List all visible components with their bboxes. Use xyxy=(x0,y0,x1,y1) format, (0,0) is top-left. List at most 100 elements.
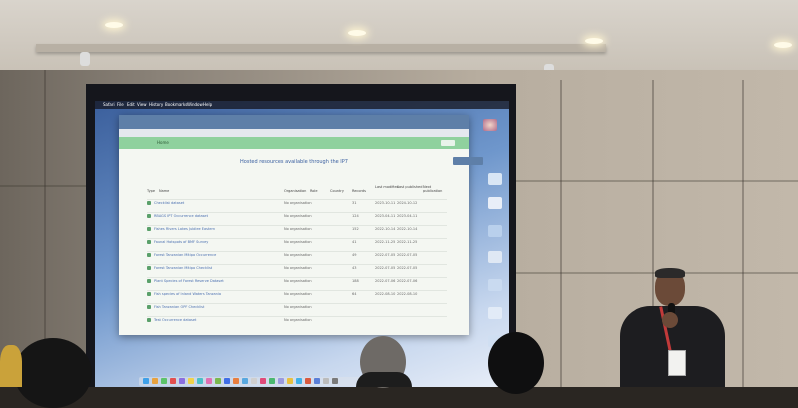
app-icon xyxy=(224,378,230,384)
menu-item: View xyxy=(137,102,147,107)
table-row: Test Occurrence dataset No organisation xyxy=(147,316,447,325)
file-icon xyxy=(488,197,502,209)
app-icon xyxy=(170,378,176,384)
file-icon xyxy=(488,225,502,237)
resource-type-icon xyxy=(147,292,151,296)
app-icon xyxy=(143,378,149,384)
table-cell: 2022-08-10 xyxy=(375,292,396,296)
resource-name-link[interactable]: Forest Tanzanian Mitipo Checklist xyxy=(154,266,212,270)
app-nav-bar: Home xyxy=(119,137,469,149)
app-icon xyxy=(278,378,284,384)
resource-name-link[interactable]: Fishes Rivers Lakes Jubilee Eastern xyxy=(154,227,215,231)
app-icon xyxy=(197,378,203,384)
audience-head xyxy=(488,332,544,394)
table-cell: 2023-04-11 xyxy=(375,214,396,218)
table-cell: 2023-04-11 xyxy=(397,214,418,218)
ceiling-light xyxy=(774,42,792,48)
audience-shoulders xyxy=(356,372,412,387)
table-cell: No organisation xyxy=(284,266,312,270)
resource-name-link[interactable]: Plant Species of Forest Reserve Dataset xyxy=(154,279,224,283)
resource-type-icon xyxy=(147,201,151,205)
table-cell: 2022-10-14 xyxy=(397,227,418,231)
table-cell: 2022-07-05 xyxy=(397,266,418,270)
app-icon xyxy=(242,378,248,384)
table-cell: 2023-10-11 xyxy=(375,201,396,205)
profile-icon xyxy=(483,119,497,131)
ceiling xyxy=(0,0,798,70)
menu-item: File xyxy=(117,102,124,107)
column-header: Country xyxy=(330,189,344,193)
resource-type-icon xyxy=(147,214,151,218)
column-header: Next publication xyxy=(423,185,443,193)
resource-type-icon xyxy=(147,279,151,283)
menu-bar: Safari File Edit View History Bookmarks … xyxy=(95,101,509,109)
ceiling-light xyxy=(585,38,603,44)
column-header: Organisation xyxy=(284,189,307,193)
browser-window: Home Hosted resources available through … xyxy=(119,115,469,335)
table-row: RBAGS IPT Occurrence dataset No organisat… xyxy=(147,212,447,221)
table-cell: 2022-08-10 xyxy=(397,292,418,296)
table-cell: 2024-10-12 xyxy=(397,201,418,205)
resource-type-icon xyxy=(147,318,151,322)
audience-member xyxy=(0,345,22,387)
table-cell: 2022-07-05 xyxy=(375,253,396,257)
file-icon xyxy=(488,279,502,291)
resource-type-icon xyxy=(147,227,151,231)
menu-item: Bookmarks xyxy=(165,102,188,107)
projected-desktop: Safari File Edit View History Bookmarks … xyxy=(95,101,509,387)
wall-panel-seam xyxy=(516,180,798,182)
slide-title: Hosted resources available through the I… xyxy=(240,159,348,165)
table-cell: 49 xyxy=(352,253,357,257)
table-row: Forest Tanzanian Mitipo Occurrence No org… xyxy=(147,251,447,260)
resource-type-icon xyxy=(147,253,151,257)
table-cell: 152 xyxy=(352,227,359,231)
table-row: Plant Species of Forest Reserve Dataset N… xyxy=(147,277,447,286)
nav-home: Home xyxy=(157,140,169,145)
login-button xyxy=(441,140,455,146)
menu-item: Help xyxy=(203,102,213,107)
app-icon xyxy=(215,378,221,384)
app-icon xyxy=(332,378,338,384)
resource-name-link[interactable]: Faunal Hotspots of BMF Survey xyxy=(154,240,208,244)
ceiling-beam xyxy=(36,44,606,52)
app-icon xyxy=(323,378,329,384)
ceiling-light xyxy=(105,22,123,28)
table-cell: 188 xyxy=(352,279,359,283)
dock xyxy=(139,377,369,386)
wall-panel-seam xyxy=(742,80,744,387)
column-header: Role xyxy=(310,189,318,193)
app-icon xyxy=(314,378,320,384)
column-header: Last modified xyxy=(375,185,399,189)
resource-name-link[interactable]: Checklist dataset xyxy=(154,201,184,205)
file-icon xyxy=(488,251,502,263)
resource-name-link[interactable]: RBAGS IPT Occurrence dataset xyxy=(154,214,208,218)
table-row: Forest Tanzanian Mitipo Checklist No orga… xyxy=(147,264,447,273)
table-row: Faunal Hotspots of BMF Survey No organisa… xyxy=(147,238,447,247)
resource-name-link[interactable]: Fish Tanzanian OPF Checklist xyxy=(154,305,204,309)
table-cell: No organisation xyxy=(284,227,312,231)
table-cell: No organisation xyxy=(284,201,312,205)
app-icon xyxy=(305,378,311,384)
resource-type-icon xyxy=(147,305,151,309)
table-cell: No organisation xyxy=(284,253,312,257)
table-cell: 2022-11-25 xyxy=(397,240,418,244)
table-row: Checklist dataset No organisation 31 2023-1… xyxy=(147,199,447,208)
resource-name-link[interactable]: Forest Tanzanian Mitipo Occurrence xyxy=(154,253,216,257)
resource-name-link[interactable]: Fish species of Inland Waters Tanzania xyxy=(154,292,221,296)
notification-icon xyxy=(453,157,483,165)
table-cell: 43 xyxy=(352,266,357,270)
table-cell: 2022-07-06 xyxy=(375,279,396,283)
app-icon xyxy=(269,378,275,384)
app-icon xyxy=(188,378,194,384)
ceiling-light xyxy=(348,30,366,36)
table-cell: 41 xyxy=(352,240,357,244)
speaker-hand xyxy=(662,312,678,328)
app-icon xyxy=(152,378,158,384)
column-header: Name xyxy=(159,189,170,193)
file-icon xyxy=(488,307,502,319)
resource-name-link[interactable]: Test Occurrence dataset xyxy=(154,318,196,322)
file-icon xyxy=(488,173,502,185)
table-row: Fishes Rivers Lakes Jubilee Eastern No or… xyxy=(147,225,447,234)
app-icon xyxy=(206,378,212,384)
column-header: Type xyxy=(147,189,156,193)
